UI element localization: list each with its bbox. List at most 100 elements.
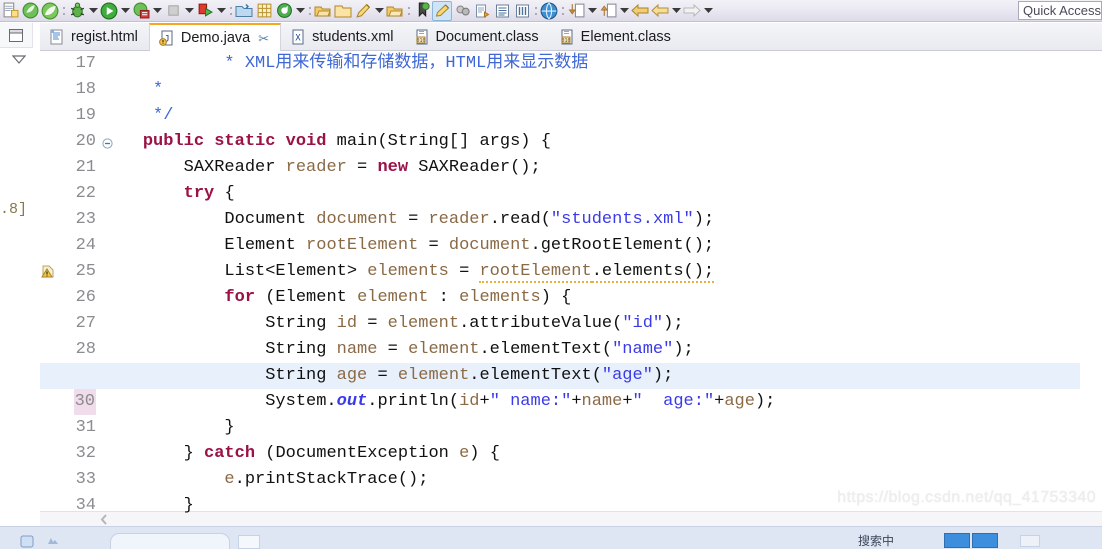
forward-arrow-icon[interactable] [682, 1, 702, 21]
code-line[interactable]: public static void main(String[] args) { [102, 129, 1102, 155]
horizontal-scrollbar[interactable] [40, 511, 1102, 527]
restore-view-icon[interactable] [0, 23, 33, 48]
previous-dropdown-arrow[interactable] [670, 1, 682, 21]
columns-icon[interactable] [512, 1, 532, 21]
debug-icon[interactable] [67, 1, 87, 21]
code-line[interactable]: */ [102, 103, 1102, 129]
refresh-icon[interactable] [274, 1, 294, 21]
editor-tab-regist-html[interactable]: regist.html [40, 23, 149, 50]
xml-file-icon: X [290, 29, 306, 45]
bottom-taskbar-item-3[interactable] [1020, 535, 1040, 547]
highlight-pen-icon[interactable] [432, 0, 452, 21]
pencil-icon[interactable] [353, 1, 373, 21]
editor-tab-document-class[interactable]: 010 Document.class [405, 23, 550, 50]
code-line[interactable]: List<Element> elements = rootElement.ele… [102, 259, 1102, 285]
code-line[interactable]: SAXReader reader = new SAXReader(); [102, 155, 1102, 181]
new-wizard-icon[interactable] [0, 1, 20, 21]
list-view-icon[interactable] [492, 1, 512, 21]
export-icon[interactable] [566, 1, 586, 21]
new-java-project-icon[interactable] [234, 1, 254, 21]
collapse-chevron-icon[interactable] [10, 53, 28, 67]
back-arrow-icon[interactable] [630, 1, 650, 21]
bottom-start-icon[interactable] [20, 535, 36, 549]
coverage-dropdown-arrow[interactable] [151, 1, 163, 21]
bottom-view-tab[interactable] [110, 533, 230, 549]
editor-tab-demo-java[interactable]: J Demo.java ✂ [148, 23, 282, 51]
pencil-dropdown-arrow[interactable] [373, 1, 385, 21]
code-editor-canvas[interactable]: 171819202122232425262728293031323334 * X… [40, 51, 1102, 527]
save-icon[interactable] [20, 1, 40, 21]
code-line[interactable]: * [102, 77, 1102, 103]
code-line[interactable]: System.out.println(id+" name:"+name+" ag… [102, 389, 1102, 415]
code-line-text: e.printStackTrace(); [102, 470, 428, 489]
warning-marker-icon[interactable] [41, 264, 55, 279]
run-dropdown-arrow[interactable] [119, 1, 131, 21]
code-line[interactable]: String id = element.attributeValue("id")… [102, 311, 1102, 337]
link-tools-icon[interactable] [452, 1, 472, 21]
coverage-icon[interactable] [131, 1, 151, 21]
code-token: ) { [469, 444, 500, 463]
toolbar-separator [306, 3, 313, 19]
gutter-row[interactable]: 30 [40, 389, 102, 415]
refresh-dropdown-arrow[interactable] [294, 1, 306, 21]
run-icon[interactable] [99, 1, 119, 21]
code-line[interactable]: String age = element.elementText("age"); [40, 363, 1080, 389]
gutter-row[interactable]: 19 [40, 103, 102, 129]
code-token: rootElement [306, 236, 419, 255]
html-file-icon [49, 29, 65, 45]
line-number: 24 [75, 236, 96, 255]
code-line-text: for (Element element : elements) { [102, 288, 571, 307]
editor-tab-students-xml[interactable]: Xstudents.xml [281, 23, 404, 50]
gutter-row[interactable]: 23 [40, 207, 102, 233]
open-resource-icon[interactable] [385, 1, 405, 21]
gutter-row[interactable]: 31 [40, 415, 102, 441]
gutter-row[interactable]: 18 [40, 77, 102, 103]
gutter-row[interactable]: 28 [40, 337, 102, 363]
gutter-row[interactable]: 24 [40, 233, 102, 259]
gutter-row[interactable]: 20 [40, 129, 113, 155]
code-line[interactable]: } catch (DocumentException e) { [102, 441, 1102, 467]
gutter-row[interactable]: 22 [40, 181, 102, 207]
code-line[interactable]: } [102, 415, 1102, 441]
search-marker-icon[interactable] [412, 1, 432, 21]
bottom-taskbar-item-2[interactable] [972, 533, 998, 548]
gutter-row[interactable]: 32 [40, 441, 102, 467]
gutter-row[interactable]: 21 [40, 155, 102, 181]
code-line[interactable]: for (Element element : elements) { [102, 285, 1102, 311]
open-task-icon[interactable] [333, 1, 353, 21]
gutter-row[interactable]: 33 [40, 467, 102, 493]
bottom-view-chip[interactable] [238, 535, 260, 549]
code-text-surface[interactable]: * XML用来传输和存储数据，HTML用来显示数据 * */ public st… [40, 51, 1102, 515]
open-type-icon[interactable] [313, 1, 333, 21]
globe-icon[interactable] [539, 1, 559, 21]
next-annotation-icon[interactable] [472, 1, 492, 21]
debug-dropdown-arrow[interactable] [87, 1, 99, 21]
external-tools-dropdown-arrow[interactable] [215, 1, 227, 21]
bottom-taskbar-item-1[interactable] [944, 533, 970, 548]
editor-tab-element-class[interactable]: 010 Element.class [550, 23, 682, 50]
new-package-icon[interactable] [254, 1, 274, 21]
gutter-row[interactable]: 27 [40, 311, 102, 337]
code-line[interactable]: String name = element.elementText("name"… [102, 337, 1102, 363]
gutter-row[interactable]: 26 [40, 285, 102, 311]
code-line[interactable]: Element rootElement = document.getRootEl… [102, 233, 1102, 259]
terminate-icon[interactable] [163, 1, 183, 21]
previous-edit-icon[interactable] [650, 1, 670, 21]
export-dropdown-arrow[interactable] [586, 1, 598, 21]
toolbar-separator [405, 3, 412, 19]
import-icon[interactable] [598, 1, 618, 21]
close-icon[interactable]: ✂ [258, 32, 269, 45]
line-number-gutter[interactable]: 171819202122232425262728293031323334 [40, 51, 113, 515]
code-line[interactable]: try { [102, 181, 1102, 207]
run-external-tools-icon[interactable] [195, 1, 215, 21]
forward-dropdown-arrow[interactable] [702, 1, 714, 21]
terminate-dropdown-arrow[interactable] [183, 1, 195, 21]
quick-access-field[interactable]: Quick Access [1018, 1, 1102, 20]
gutter-row[interactable]: 25 [40, 259, 102, 285]
gutter-row[interactable]: 17 [40, 51, 102, 77]
code-line[interactable]: * XML用来传输和存储数据，HTML用来显示数据 [102, 51, 1102, 77]
spring-leaf-icon[interactable] [40, 1, 60, 21]
code-line[interactable]: Document document = reader.read("student… [102, 207, 1102, 233]
bottom-tray-icon[interactable] [46, 535, 62, 549]
import-dropdown-arrow[interactable] [618, 1, 630, 21]
